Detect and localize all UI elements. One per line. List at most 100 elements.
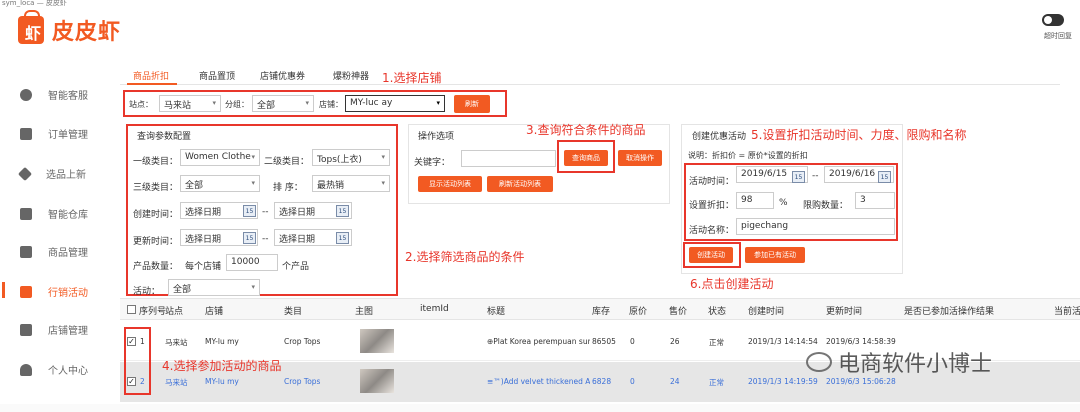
col-header: 原价: [629, 307, 648, 317]
cat3-select[interactable]: 全部 ▾: [180, 175, 260, 192]
cell-title: ≡™)Add velvet thickened Au: [487, 377, 590, 386]
app-logo: 虾 皮皮虾: [18, 10, 121, 46]
promo-panel-title: 创建优惠活动: [692, 132, 747, 142]
sidebar-item-orders[interactable]: 订单管理: [20, 126, 88, 141]
cell-updated: 2019/6/3 15:06:28: [826, 377, 896, 386]
watermark: 电商软件小博士: [806, 346, 992, 378]
col-header: 主图: [355, 307, 374, 317]
refresh-activity-list-button[interactable]: 刷新活动列表: [487, 176, 553, 192]
cancel-operation-button[interactable]: 取消操作: [618, 150, 662, 166]
bag-icon: [20, 245, 32, 258]
cell-status: 正常: [709, 378, 724, 387]
chevron-down-icon: ▾: [381, 179, 385, 187]
cat1-select[interactable]: Women Clothe ▾: [180, 149, 260, 166]
sidebar-item-profile[interactable]: 个人中心: [20, 362, 88, 377]
calendar-icon[interactable]: 15: [336, 205, 349, 217]
cell-price: 24: [670, 377, 680, 386]
sidebar-item-products[interactable]: 商品管理: [20, 244, 88, 259]
sidebar-active-indicator: [2, 282, 5, 298]
chevron-down-icon: ▾: [305, 99, 309, 107]
tab-active-underline: [127, 83, 177, 85]
tag-icon: [17, 166, 33, 181]
cat1-label: 一级类目：: [133, 157, 179, 167]
chevron-down-icon: ▾: [436, 99, 440, 107]
show-activity-list-button[interactable]: 显示活动列表: [418, 176, 482, 192]
campaign-icon: [20, 285, 32, 298]
product-thumbnail[interactable]: [360, 329, 394, 353]
cell-site: 马来站: [165, 378, 188, 387]
promo-name-input[interactable]: pigechang: [736, 218, 895, 235]
discount-label: 设置折扣：: [689, 201, 735, 211]
join-existing-activity-button[interactable]: 参加已有活动: [745, 247, 805, 263]
range-separator: --: [262, 234, 269, 244]
activity-select[interactable]: 全部 ▾: [168, 279, 260, 296]
chevron-down-icon: ▾: [381, 153, 385, 161]
search-products-button[interactable]: 查询商品: [564, 150, 608, 166]
annotation-4: 4.选择参加活动的商品: [162, 359, 282, 373]
sidebar-item-store[interactable]: 店铺管理: [20, 322, 88, 337]
cell-price: 26: [670, 337, 680, 346]
auto-reply-toggle[interactable]: [1042, 14, 1064, 26]
updated-label: 更新时间：: [133, 237, 179, 247]
calendar-icon[interactable]: 15: [792, 171, 805, 183]
cell-created: 2019/1/3 14:14:54: [748, 337, 818, 346]
tab-discount[interactable]: 商品折扣: [133, 69, 169, 82]
cell-created: 2019/1/3 14:19:59: [748, 377, 818, 386]
annotation-3: 3.查询符合条件的商品: [526, 123, 646, 137]
col-header: 序列号: [139, 307, 167, 317]
limit-label: 限购数量：: [803, 201, 849, 211]
tab-pin-top[interactable]: 商品置顶: [199, 69, 235, 82]
sort-select[interactable]: 最热销 ▾: [312, 175, 390, 192]
bottom-edge: [0, 404, 1080, 412]
cat2-select[interactable]: Tops(上衣) ▾: [312, 149, 390, 166]
annotation-box-rows: [124, 327, 151, 395]
promo-note: 说明：折扣价 = 原价*设置的折扣: [688, 151, 808, 160]
cell-category: Crop Tops: [284, 377, 321, 386]
range-separator: --: [262, 207, 269, 217]
cat3-label: 三级类目：: [133, 183, 179, 193]
cell-updated: 2019/6/3 14:58:39: [826, 337, 896, 346]
limit-input[interactable]: 3: [855, 192, 895, 209]
store-select[interactable]: MY-luc ay ▾: [345, 95, 445, 112]
chevron-down-icon: ▾: [251, 283, 255, 291]
col-header: 更新时间: [826, 307, 863, 317]
tab-divider: [120, 84, 1060, 85]
product-thumbnail[interactable]: [360, 369, 394, 393]
tab-store-coupon[interactable]: 店铺优惠券: [260, 69, 305, 82]
refresh-button[interactable]: 刷新: [454, 95, 490, 113]
calendar-icon[interactable]: 15: [336, 232, 349, 244]
calendar-icon[interactable]: 15: [878, 171, 891, 183]
annotation-6: 6.点击创建活动: [690, 277, 774, 291]
select-all-checkbox[interactable]: [127, 305, 136, 314]
count-input[interactable]: 10000: [226, 254, 278, 271]
keyword-input[interactable]: [461, 150, 556, 167]
cell-title: ⊕Plat Korea perempuan suru: [487, 337, 590, 346]
col-header: 售价: [669, 307, 688, 317]
annotation-5: 5.设置折扣活动时间、力度、限购和名称: [751, 128, 967, 142]
calendar-icon[interactable]: 15: [243, 205, 256, 217]
col-header: 站点: [165, 307, 184, 317]
site-label: 站点：: [129, 100, 153, 109]
sidebar-item-customer-service[interactable]: 智能客服: [20, 87, 88, 102]
count-prefix: 每个店铺: [185, 262, 222, 272]
window-title: sym_loca — 皮皮虾: [2, 0, 67, 7]
sidebar-item-campaigns[interactable]: 行销活动: [20, 284, 88, 299]
group-select[interactable]: 全部 ▾: [252, 95, 314, 112]
site-select[interactable]: 马来站 ▾: [159, 95, 221, 112]
cat2-label: 二级类目：: [264, 157, 310, 167]
col-header: 是否已参加活操作结果: [904, 307, 995, 317]
sidebar-item-warehouse[interactable]: 智能仓库: [20, 206, 88, 221]
chevron-down-icon: ▾: [251, 179, 255, 187]
cell-category: Crop Tops: [284, 337, 321, 346]
col-header: 标题: [487, 307, 506, 317]
calendar-icon[interactable]: 15: [243, 232, 256, 244]
bag-logo-icon: 虾: [18, 10, 44, 44]
order-icon: [20, 127, 32, 140]
tab-fan-booster[interactable]: 爆粉神器: [333, 69, 369, 82]
create-activity-button[interactable]: 创建活动: [689, 247, 733, 263]
col-header: 库存: [592, 307, 611, 317]
store-icon: [20, 323, 32, 336]
discount-input[interactable]: 98: [736, 192, 774, 209]
cell-store: MY-lu my: [205, 377, 239, 386]
sidebar-item-listing[interactable]: 选品上新: [17, 166, 86, 181]
